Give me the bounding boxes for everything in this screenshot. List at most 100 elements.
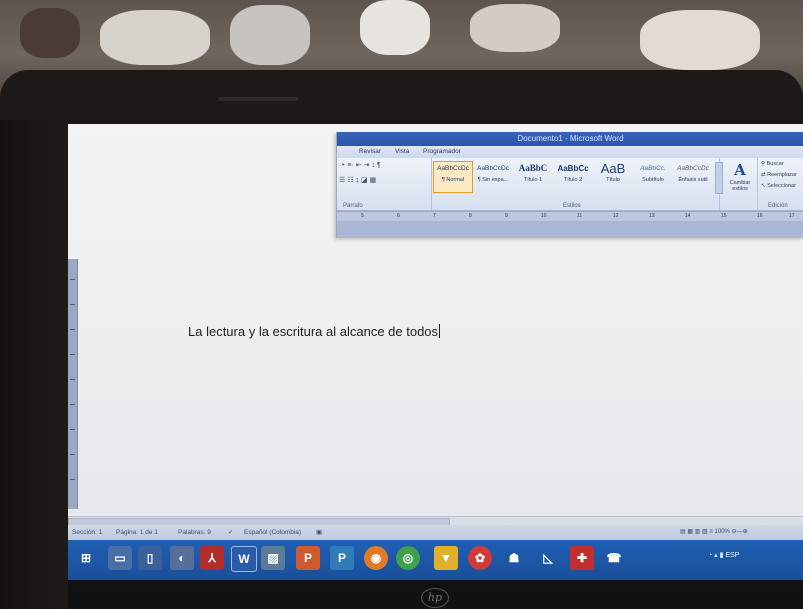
word-window: Documento1 - Microsoft Word Revisar Vist… (336, 132, 803, 238)
ribbon-tabs: Revisar Vista Programador (337, 146, 803, 158)
multilevel-list-icon[interactable]: ≡· (347, 162, 353, 169)
ruler-number: 15 (721, 213, 727, 219)
style-name: Título 2 (563, 177, 583, 183)
tray-icons[interactable]: ◔ ▴ ▮ (708, 552, 725, 559)
styles-group-label: Estilos (563, 203, 581, 209)
paragraph-group-label: Párrafo (343, 203, 363, 209)
zoom-slider-icon[interactable]: ⊖—⊕ (732, 529, 748, 535)
style-sample: AaBbCc. (640, 165, 666, 172)
align-center-icon[interactable]: ☰ (339, 177, 345, 184)
style-sample: AaBbCcDc (437, 165, 469, 172)
style-normal[interactable]: AaBbCcDc ¶ Normal (433, 161, 473, 193)
select-label: Seleccionar (767, 183, 796, 189)
style-name: Subtítulo (642, 177, 664, 183)
paragraph-group: ·‣ ≡· ⇤ ⇥ ↕ ¶ ☰ ☷ ↨ ◪ ▦ Párrafo (337, 158, 432, 210)
hp-logo: hp (421, 588, 449, 608)
document-app-icon[interactable]: ▯ (138, 546, 162, 570)
style-heading-1[interactable]: AaBbC Título 1 (513, 161, 553, 193)
change-styles-label-2: estilos (732, 186, 748, 192)
ruler-number: 10 (541, 213, 547, 219)
document-text[interactable]: La lectura y la escritura al alcance de … (188, 324, 441, 339)
replace-label: Reemplazar (767, 172, 797, 178)
replace-button[interactable]: ⇄ Reemplazar (761, 172, 797, 178)
justify-icon[interactable]: ☷ (347, 177, 353, 184)
style-sample: AaBbC (518, 163, 548, 173)
publisher-icon[interactable]: P (330, 546, 354, 570)
status-section[interactable]: Sección: 1 (72, 525, 102, 540)
document-text-content: La lectura y la escritura al alcance de … (188, 324, 439, 339)
chrome-icon[interactable]: ◎ (396, 546, 420, 570)
laptop-screen: La lectura y la escritura al alcance de … (68, 124, 803, 580)
ruler-number: 6 (397, 213, 400, 219)
style-title[interactable]: AaB Título (593, 161, 633, 193)
style-no-spacing[interactable]: AaBbCcDc ¶ Sin espa... (473, 161, 513, 193)
line-spacing-icon[interactable]: ↨ (355, 177, 359, 184)
taskbar: ⊞ ▭ ▯ ◐ ⅄ W ▨ P P ◉ ◎ ▼ ✿ ☗ ◺ ✚ ☎ ◔ ▴ ▮ … (68, 540, 803, 580)
paint-icon[interactable]: ✿ (468, 546, 492, 570)
align-row: ☰ ☷ ↨ ◪ ▦ (339, 176, 376, 184)
style-heading-2[interactable]: AaBbCc Título 2 (553, 161, 593, 193)
status-words[interactable]: Palabras: 9 (178, 525, 211, 540)
proofing-icon[interactable]: ✓ (228, 525, 233, 540)
word-taskbar-icon[interactable]: W (231, 546, 257, 572)
ruler-number: 11 (577, 213, 583, 219)
style-name: Título 1 (523, 177, 543, 183)
decrease-indent-icon[interactable]: ⇤ (356, 162, 362, 169)
ruler-margin-area (337, 221, 803, 238)
style-sample: AaBbCc (557, 164, 589, 173)
media-player-icon[interactable]: ◐ (170, 546, 194, 570)
styles-scroll-more[interactable] (715, 162, 723, 194)
style-name: ¶ Normal (441, 177, 465, 183)
ruler-number: 13 (649, 213, 655, 219)
firefox-icon[interactable]: ◉ (364, 546, 388, 570)
macro-record-icon[interactable]: ▣ (316, 525, 322, 540)
borders-icon[interactable]: ▦ (370, 177, 377, 184)
style-sample: AaB (600, 162, 626, 175)
tab-vista[interactable]: Vista (395, 146, 409, 158)
increase-indent-icon[interactable]: ⇥ (364, 162, 370, 169)
presentation-icon[interactable]: ◺ (536, 546, 560, 570)
horizontal-ruler: 5 6 7 8 9 10 11 12 13 14 15 16 17 (337, 211, 803, 221)
acrobat-icon[interactable]: ⅄ (200, 546, 224, 570)
pilcrow-icon[interactable]: ¶ (377, 162, 381, 169)
styles-group: AaBbCcDc ¶ Normal AaBbCcDc ¶ Sin espa...… (433, 158, 720, 210)
vlc-icon[interactable]: ▼ (434, 546, 458, 570)
list-icon[interactable]: ·‣ (339, 162, 345, 169)
status-page[interactable]: Página: 1 de 1 (116, 525, 158, 540)
windows-start-icon[interactable]: ⊞ (74, 546, 98, 570)
editing-group-label: Edición (768, 203, 788, 209)
photo-viewer-icon[interactable]: ▨ (261, 546, 285, 570)
style-name: Título (606, 177, 620, 183)
window-title: Documento1 - Microsoft Word (337, 132, 803, 146)
app-shortcut-icon[interactable]: ✚ (570, 546, 594, 570)
sort-icon[interactable]: ↕ (371, 162, 375, 169)
phone-icon[interactable]: ☎ (602, 546, 626, 570)
shading-icon[interactable]: ◪ (361, 177, 368, 184)
status-language[interactable]: Español (Colombia) (244, 525, 301, 540)
find-label: Buscar (766, 161, 784, 167)
find-button[interactable]: ⚲ Buscar (761, 161, 784, 167)
file-explorer-icon[interactable]: ▭ (108, 546, 132, 570)
style-subtle-emphasis[interactable]: AaBbCcDc Énfasis sutil (673, 161, 713, 193)
ruler-number: 7 (433, 213, 436, 219)
laptop-bezel-left (0, 120, 68, 609)
text-cursor (439, 324, 441, 338)
vertical-ruler (68, 259, 78, 509)
editing-group: ⚲ Buscar ⇄ Reemplazar ↖ Seleccionar Edic… (757, 158, 803, 210)
tab-revisar[interactable]: Revisar (359, 146, 381, 158)
change-styles-icon: A (734, 161, 746, 179)
style-subtitle[interactable]: AaBbCc. Subtítulo (633, 161, 673, 193)
ribbon: ·‣ ≡· ⇤ ⇥ ↕ ¶ ☰ ☷ ↨ ◪ ▦ Párrafo AaBbCcDc… (337, 158, 803, 211)
people-icon[interactable]: ☗ (502, 546, 526, 570)
select-button[interactable]: ↖ Seleccionar (761, 183, 796, 189)
tab-programador[interactable]: Programador (423, 146, 461, 158)
tray-language[interactable]: ESP (725, 552, 739, 559)
style-name: ¶ Sin espa... (477, 177, 509, 183)
status-bar: Sección: 1 Página: 1 de 1 Palabras: 9 ✓ … (68, 525, 803, 540)
zoom-level[interactable]: 100% (715, 529, 730, 535)
change-styles-button[interactable]: A Cambiar estilos (725, 160, 755, 204)
style-sample: AaBbCcDc (477, 165, 509, 172)
view-buttons-icon[interactable]: ▤ ▦ ▥ ▧ ≡ (680, 529, 715, 535)
system-tray: ◔ ▴ ▮ ESP (708, 551, 739, 559)
powerpoint-icon[interactable]: P (296, 546, 320, 570)
